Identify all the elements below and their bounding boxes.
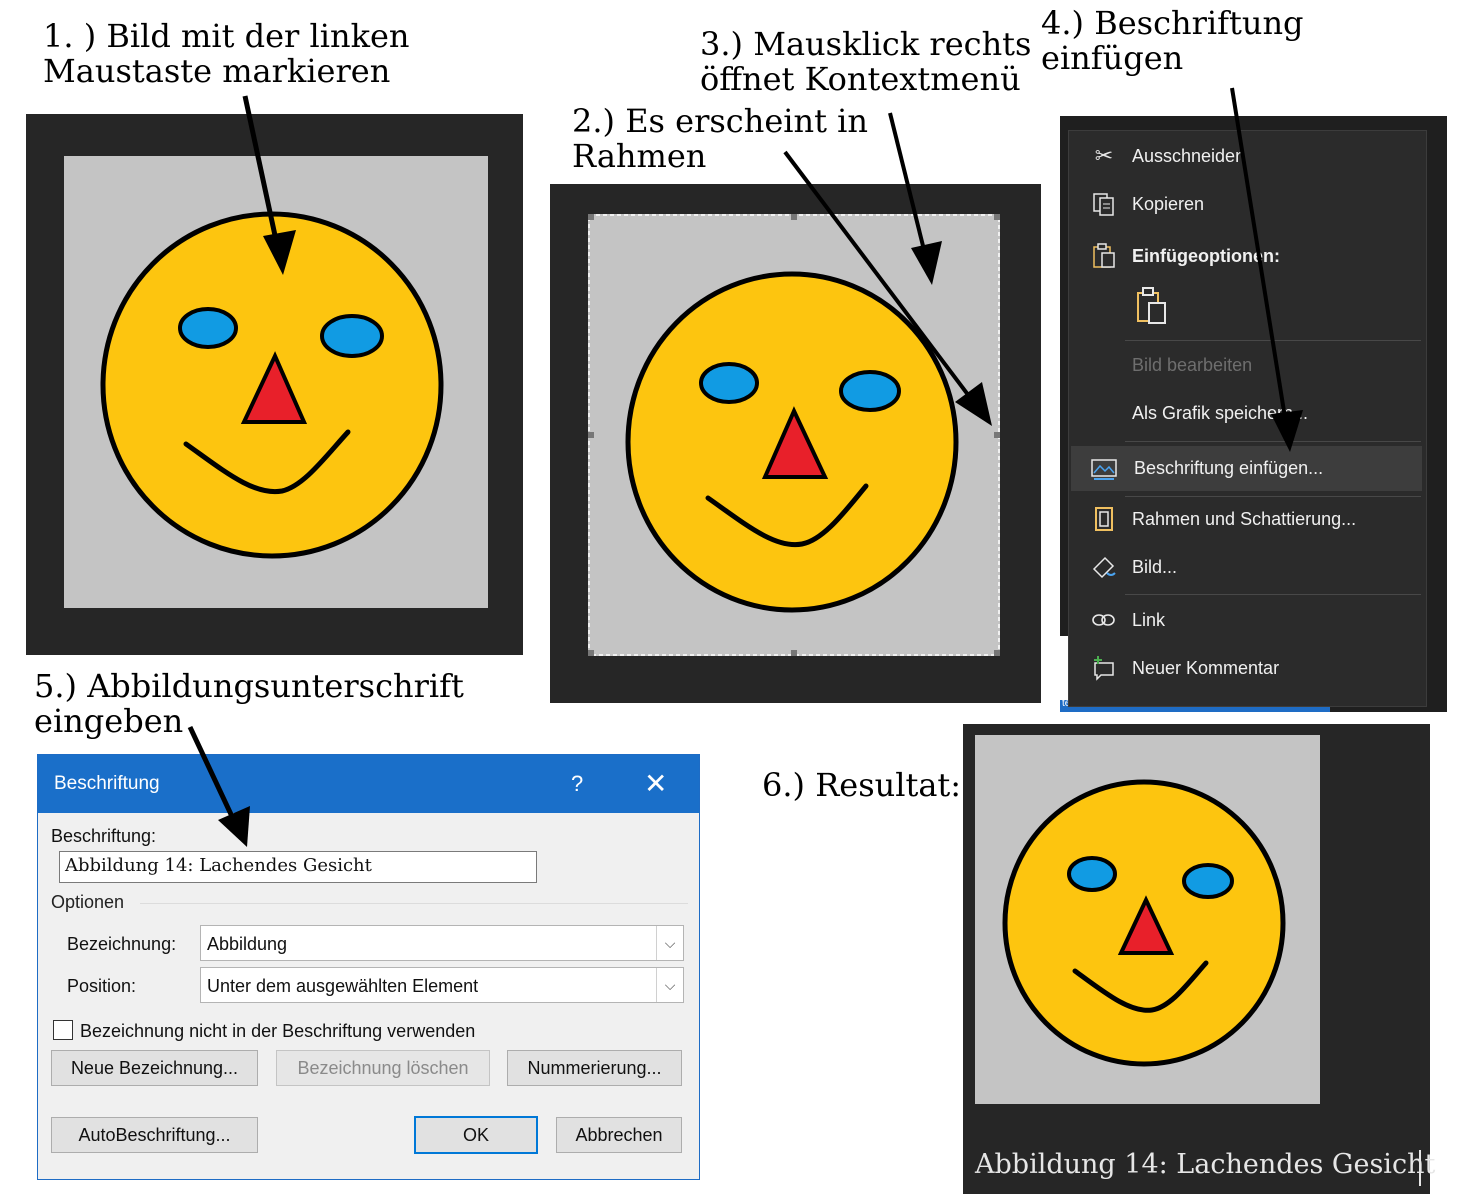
format-picture-icon	[1091, 554, 1117, 580]
step-5-line1: 5.) Abbildungsunterschrift	[34, 667, 464, 705]
panel-step-2	[550, 184, 1041, 703]
step-2-label: 2.) Es erscheint in Rahmen	[572, 104, 868, 174]
menu-item-label: Link	[1132, 609, 1166, 630]
step-4-label: 4.) Beschriftung einfügen	[1041, 6, 1304, 76]
caption-label: Beschriftung:	[51, 826, 157, 846]
new-label-button-label: Neue Bezeichnung...	[70, 1057, 239, 1078]
cancel-button-label: Abbrechen	[575, 1124, 663, 1145]
context-menu: ✂ Ausschneiden Kopieren Einfügeoptionen:…	[1068, 130, 1427, 707]
menu-item-label: Als Grafik speichern...	[1132, 402, 1309, 423]
menu-item-label: Kopieren	[1132, 193, 1205, 214]
menu-item-label: Einfügeoptionen:	[1132, 245, 1280, 266]
copy-icon	[1091, 191, 1117, 217]
paste-picture-button[interactable]	[1134, 285, 1174, 329]
step-4-line1: 4.) Beschriftung	[1041, 4, 1304, 42]
insert-caption-icon	[1091, 456, 1117, 482]
menu-item-label: Bild...	[1132, 556, 1178, 577]
autocaption-button[interactable]: AutoBeschriftung...	[51, 1117, 258, 1153]
menu-separator	[1125, 496, 1421, 497]
menu-item-insert-caption[interactable]: Beschriftung einfügen...	[1071, 446, 1422, 491]
step-1-label: 1. ) Bild mit der linken Maustaste marki…	[43, 19, 410, 89]
text-cursor	[1419, 1150, 1421, 1186]
menu-item-label: Beschriftung einfügen...	[1134, 458, 1324, 478]
context-menu-panel: ter Text ✂ Ausschneiden Kopieren Einfüge…	[1060, 116, 1447, 712]
menu-item-label: Ausschneiden	[1132, 145, 1246, 166]
position-select-label: Position:	[67, 976, 137, 996]
ok-button-label: OK	[462, 1124, 489, 1145]
smiley-face-icon	[100, 211, 444, 559]
menu-item-new-comment[interactable]: Neuer Kommentar	[1069, 649, 1424, 687]
step-5-label: 5.) Abbildungsunterschrift eingeben	[34, 669, 464, 739]
caption-input-value: Abbildung 14: Lachendes Gesicht	[65, 855, 372, 876]
step-2-line1: 2.) Es erscheint in	[572, 102, 868, 140]
delete-label-button: Bezeichnung löschen	[276, 1050, 490, 1086]
new-comment-icon	[1091, 655, 1117, 681]
exclude-label-checkbox[interactable]	[53, 1020, 73, 1040]
menu-item-save-as-picture[interactable]: Als Grafik speichern...	[1069, 394, 1424, 432]
ok-button[interactable]: OK	[414, 1116, 538, 1154]
position-select[interactable]: Unter dem ausgewählten Element ⌵	[200, 967, 684, 1003]
options-group-label: Optionen	[51, 892, 125, 912]
dialog-title-bar: Beschriftung ? ✕	[38, 755, 699, 813]
menu-item-copy[interactable]: Kopieren	[1069, 185, 1424, 223]
caption-dialog: Beschriftung ? ✕ Beschriftung: Abbildung…	[37, 754, 700, 1180]
caption-input[interactable]: Abbildung 14: Lachendes Gesicht	[59, 851, 537, 883]
numbering-button-label: Nummerierung...	[527, 1057, 662, 1078]
step-5-line2: eingeben	[34, 702, 184, 740]
options-group-line	[140, 903, 688, 904]
step-4-line2: einfügen	[1041, 39, 1184, 77]
borders-icon	[1091, 506, 1117, 532]
step-3-label: 3.) Mausklick rechts öffnet Kontextmenü	[700, 27, 1031, 97]
menu-item-edit-picture: Bild bearbeiten	[1069, 346, 1424, 384]
step-2-line2: Rahmen	[572, 137, 707, 175]
menu-item-borders-shading[interactable]: Rahmen und Schattierung...	[1069, 500, 1424, 538]
menu-item-format-picture[interactable]: Bild...	[1069, 548, 1424, 586]
exclude-label-text: Bezeichnung nicht in der Beschriftung ve…	[80, 1021, 476, 1041]
smiley-image[interactable]	[64, 156, 488, 608]
label-select[interactable]: Abbildung ⌵	[200, 925, 684, 961]
selection-frame	[588, 214, 1000, 656]
menu-separator	[1125, 594, 1421, 595]
menu-separator	[1125, 441, 1421, 442]
step-6-label: 6.) Resultat:	[762, 766, 962, 804]
dialog-title: Beschriftung	[54, 773, 160, 794]
step-3-line1: 3.) Mausklick rechts	[700, 25, 1032, 63]
new-label-button[interactable]: Neue Bezeichnung...	[51, 1050, 258, 1086]
position-select-value: Unter dem ausgewählten Element	[207, 976, 479, 996]
menu-item-paste-options: Einfügeoptionen:	[1069, 237, 1424, 275]
help-button[interactable]: ?	[571, 771, 583, 797]
label-select-label: Bezeichnung:	[67, 934, 177, 954]
panel-step-6	[963, 724, 1430, 1194]
menu-item-label: Neuer Kommentar	[1132, 657, 1280, 678]
delete-label-button-label: Bezeichnung löschen	[297, 1057, 469, 1078]
menu-item-link[interactable]: Link	[1069, 601, 1424, 639]
step-3-line2: öffnet Kontextmenü	[700, 60, 1021, 98]
link-icon	[1091, 607, 1117, 633]
chevron-down-icon: ⌵	[656, 968, 683, 1002]
result-smiley-image[interactable]	[975, 735, 1320, 1104]
smiley-face-icon	[1002, 779, 1286, 1067]
step-1-line1: 1. ) Bild mit der linken	[43, 17, 410, 55]
paste-icon	[1091, 243, 1117, 269]
step-1-line2: Maustaste markieren	[43, 52, 391, 90]
close-button[interactable]: ✕	[644, 767, 667, 800]
paste-picture-icon	[1137, 287, 1166, 324]
numbering-button[interactable]: Nummerierung...	[507, 1050, 682, 1086]
menu-item-label: Rahmen und Schattierung...	[1132, 508, 1357, 529]
scissors-icon: ✂	[1094, 143, 1114, 168]
cancel-button[interactable]: Abbrechen	[556, 1117, 682, 1153]
menu-item-cut[interactable]: ✂ Ausschneiden	[1069, 137, 1424, 175]
menu-item-label: Bild bearbeiten	[1132, 354, 1253, 375]
menu-separator	[1125, 340, 1421, 341]
selected-smiley-image[interactable]	[588, 214, 1000, 656]
result-caption: Abbildung 14: Lachendes Gesicht	[975, 1149, 1436, 1180]
chevron-down-icon: ⌵	[656, 926, 683, 960]
autocaption-button-label: AutoBeschriftung...	[78, 1124, 231, 1145]
panel-step-1	[26, 114, 523, 655]
label-select-value: Abbildung	[207, 934, 288, 954]
